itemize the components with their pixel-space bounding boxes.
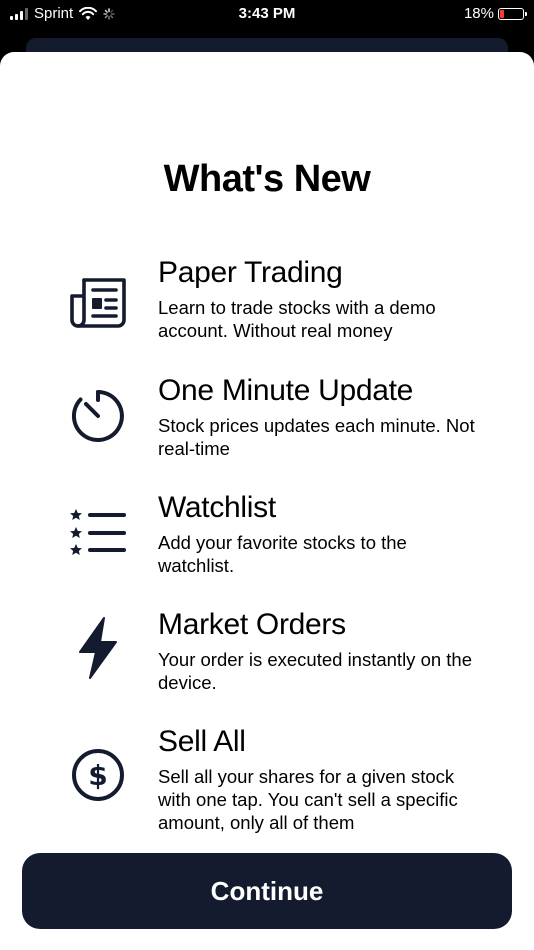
- timer-icon: [71, 390, 124, 442]
- svg-text:$: $: [88, 759, 107, 792]
- feature-description: Stock prices updates each minute. Not re…: [158, 415, 475, 459]
- status-time: 3:43 PM: [238, 5, 296, 22]
- lightning-bolt-icon: [79, 617, 117, 679]
- newspaper-icon: [70, 278, 126, 328]
- starred-list-icon: [70, 509, 126, 555]
- feature-title: Sell All: [158, 725, 246, 758]
- feature-description: Learn to trade stocks with a demo accoun…: [158, 297, 436, 341]
- feature-title: Market Orders: [158, 608, 346, 641]
- app-screen: Sprint 3:43 PM 18% What's New Paper Trad…: [0, 0, 534, 950]
- battery-level: [500, 9, 504, 18]
- feature-description: Add your favorite stocks to the watchlis…: [158, 532, 407, 576]
- page-title: What's New: [163, 158, 371, 200]
- feature-title: One Minute Update: [158, 374, 414, 407]
- feature-description: Your order is executed instantly on the …: [158, 649, 473, 693]
- dollar-circle-icon: $: [72, 749, 124, 801]
- feature-title: Watchlist: [158, 491, 276, 524]
- status-right: 18%: [463, 5, 527, 22]
- feature-title: Paper Trading: [158, 256, 343, 289]
- battery-percentage: 18%: [463, 5, 494, 22]
- whats-new-sheet: What's New Paper Trading Learn to trade …: [0, 52, 534, 950]
- feature-description: Sell all your shares for a given stock w…: [158, 766, 458, 833]
- continue-button[interactable]: Continue: [22, 853, 512, 929]
- status-bar: Sprint 3:43 PM 18%: [0, 0, 534, 30]
- battery-icon: [498, 7, 527, 20]
